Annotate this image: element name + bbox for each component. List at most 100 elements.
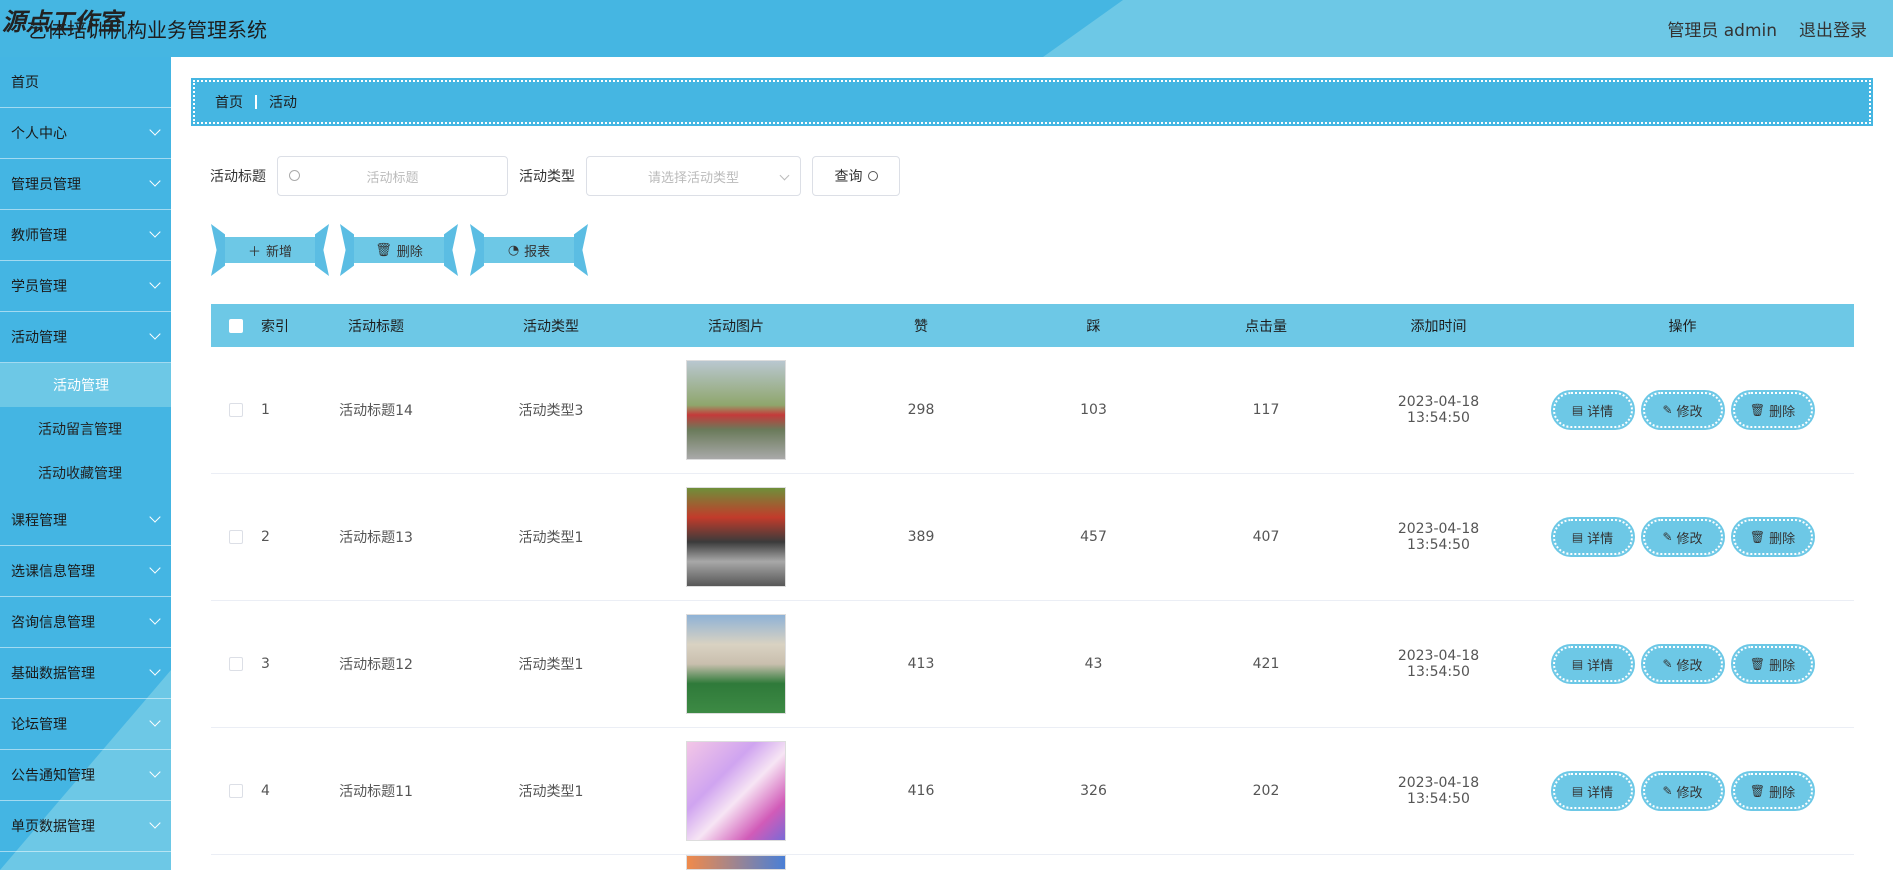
select-all-checkbox[interactable] <box>229 318 243 333</box>
button-decoration <box>444 224 458 276</box>
row-likes: 389 <box>907 529 935 545</box>
edit-button[interactable]: ✎ 修改 <box>1640 644 1725 684</box>
detail-button[interactable]: ▤ 详情 <box>1550 390 1635 430</box>
row-check-cell <box>211 403 261 417</box>
row-dislikes: 43 <box>1084 656 1103 672</box>
column-header: 踩 <box>1086 318 1101 335</box>
row-likes: 413 <box>907 656 935 672</box>
sidebar-item-personal-center[interactable]: 个人中心 <box>0 108 171 159</box>
sidebar-item-home[interactable]: 首页 <box>0 57 171 108</box>
chevron-down-icon <box>149 562 161 574</box>
type-select-label: 活动类型 <box>519 169 575 185</box>
sidebar-item-single-page[interactable]: 单页数据管理 <box>0 801 171 852</box>
button-decoration <box>315 224 329 276</box>
activity-image[interactable] <box>686 360 786 460</box>
detail-button-label: 详情 <box>1587 785 1614 801</box>
chevron-down-icon <box>149 226 161 238</box>
sidebar-item-forum[interactable]: 论坛管理 <box>0 699 171 750</box>
edit-button-label: 修改 <box>1676 404 1703 420</box>
trash-icon: 🗑 <box>375 242 392 258</box>
trash-icon: 🗑 <box>1749 784 1766 798</box>
row-likes: 298 <box>907 402 935 418</box>
row-index: 3 <box>261 656 270 672</box>
delete-button[interactable]: 🗑 删除 <box>1730 644 1815 684</box>
pencil-icon: ✎ <box>1662 403 1673 417</box>
delete-button[interactable]: 🗑 删除 <box>1730 771 1815 811</box>
button-decoration <box>470 224 484 276</box>
query-button-label: 查询 <box>834 169 863 185</box>
sidebar-item-notice[interactable]: 公告通知管理 <box>0 750 171 801</box>
chevron-down-icon <box>149 328 161 340</box>
row-time: 2023-04-18 13:54:50 <box>1397 394 1480 426</box>
delete-button-label: 删除 <box>1769 404 1796 420</box>
detail-button[interactable]: ▤ 详情 <box>1550 517 1635 557</box>
detail-button[interactable]: ▤ 详情 <box>1550 644 1635 684</box>
sidebar-subitem-activity-comments[interactable]: 活动留言管理 <box>0 407 171 451</box>
sidebar-item-student[interactable]: 学员管理 <box>0 261 171 312</box>
breadcrumb-home[interactable]: 首页 <box>215 92 243 112</box>
column-header: 活动图片 <box>708 318 764 335</box>
sidebar-item-admin[interactable]: 管理员管理 <box>0 159 171 210</box>
search-bar: 活动标题 活动标题 活动类型 请选择活动类型 查询 <box>210 156 900 196</box>
trash-icon: 🗑 <box>1749 657 1766 671</box>
document-icon: ▤ <box>1571 657 1584 671</box>
row-checkbox[interactable] <box>229 784 243 798</box>
title-search-input[interactable]: 活动标题 <box>277 156 508 196</box>
edit-button[interactable]: ✎ 修改 <box>1640 390 1725 430</box>
row-clicks: 421 <box>1252 656 1280 672</box>
row-checkbox[interactable] <box>229 403 243 417</box>
activity-table: 索引 活动标题 活动类型 活动图片 赞 踩 点击量 添加时间 操作 1 活动标题… <box>211 304 1854 870</box>
add-button[interactable]: ＋ 新增 <box>211 224 329 276</box>
query-button[interactable]: 查询 <box>812 156 900 196</box>
chevron-down-icon <box>149 124 161 136</box>
row-clicks: 407 <box>1252 529 1280 545</box>
row-dislikes: 103 <box>1080 402 1107 418</box>
sidebar-subitem-activity-favorites[interactable]: 活动收藏管理 <box>0 451 171 495</box>
activity-image[interactable] <box>686 741 786 841</box>
document-icon: ▤ <box>1571 784 1584 798</box>
table-row: 4 活动标题11 活动类型1 416 326 202 2023-04-18 13… <box>211 728 1854 855</box>
detail-button[interactable]: ▤ 详情 <box>1550 771 1635 811</box>
sidebar-subitem-activity-manage[interactable]: 活动管理 <box>0 363 171 407</box>
current-user: 管理员 admin <box>1667 21 1777 41</box>
sidebar-item-label: 公告通知管理 <box>11 768 95 784</box>
add-button-body: ＋ 新增 <box>225 237 315 263</box>
sidebar-item-enrollment[interactable]: 选课信息管理 <box>0 546 171 597</box>
activity-image[interactable] <box>686 487 786 587</box>
column-header: 点击量 <box>1245 318 1287 335</box>
activity-image[interactable] <box>686 614 786 714</box>
column-header: 赞 <box>914 318 928 335</box>
sidebar-item-consult[interactable]: 咨询信息管理 <box>0 597 171 648</box>
top-header: 源点工作室 艺体培训机构业务管理系统 管理员 admin 退出登录 <box>0 0 1893 57</box>
sidebar-item-activity[interactable]: 活动管理 <box>0 312 171 363</box>
sidebar-item-teacher[interactable]: 教师管理 <box>0 210 171 261</box>
breadcrumb-separator <box>255 95 257 109</box>
row-checkbox[interactable] <box>229 657 243 671</box>
sidebar-item-label: 论坛管理 <box>11 717 67 733</box>
batch-delete-button[interactable]: 🗑 删除 <box>340 224 458 276</box>
delete-button[interactable]: 🗑 删除 <box>1730 390 1815 430</box>
sidebar-item-course[interactable]: 课程管理 <box>0 495 171 546</box>
chevron-down-icon <box>149 511 161 523</box>
logout-link[interactable]: 退出登录 <box>1799 16 1867 41</box>
report-button[interactable]: ◔ 报表 <box>470 224 588 276</box>
row-title: 活动标题11 <box>339 784 413 800</box>
column-header: 活动标题 <box>348 318 404 335</box>
row-checkbox[interactable] <box>229 530 243 544</box>
edit-button[interactable]: ✎ 修改 <box>1640 517 1725 557</box>
delete-button[interactable]: 🗑 删除 <box>1730 517 1815 557</box>
sidebar-item-base-data[interactable]: 基础数据管理 <box>0 648 171 699</box>
breadcrumb-current: 活动 <box>269 95 297 111</box>
row-title: 活动标题14 <box>339 403 413 419</box>
sidebar-item-label: 课程管理 <box>11 513 67 529</box>
row-ops: ▤ 详情 ✎ 修改 🗑 删除 <box>1511 390 1854 430</box>
pencil-icon: ✎ <box>1662 657 1673 671</box>
activity-image[interactable] <box>686 855 786 870</box>
detail-button-label: 详情 <box>1587 404 1614 420</box>
table-header: 索引 活动标题 活动类型 活动图片 赞 踩 点击量 添加时间 操作 <box>211 304 1854 347</box>
sidebar-item-label: 管理员管理 <box>11 177 81 193</box>
edit-button[interactable]: ✎ 修改 <box>1640 771 1725 811</box>
type-select[interactable]: 请选择活动类型 <box>586 156 801 196</box>
button-decoration <box>340 224 354 276</box>
plus-icon: ＋ <box>247 244 261 260</box>
